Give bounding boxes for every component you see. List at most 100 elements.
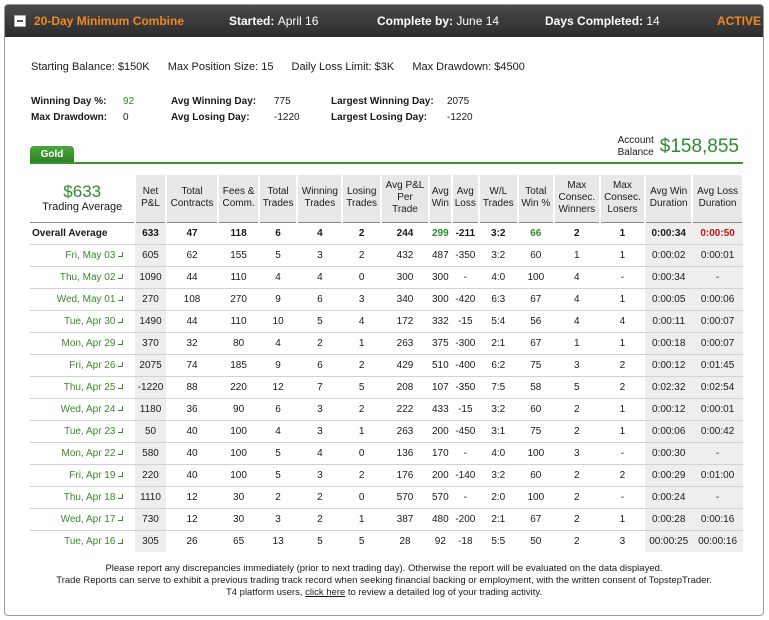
table-cell: 0:00:05 bbox=[645, 287, 693, 310]
table-cell: 433 bbox=[429, 397, 452, 420]
cell-text: 176 bbox=[396, 469, 414, 481]
cell-text: 2075 bbox=[139, 359, 162, 371]
cell-text: 2 bbox=[574, 403, 580, 415]
table-cell: 7:5 bbox=[478, 375, 518, 398]
table-cell: 1 bbox=[599, 287, 646, 310]
table-cell: 90 bbox=[218, 397, 259, 420]
largest-winning-day-label: Largest Winning Day: bbox=[331, 95, 434, 107]
table-cell: -350 bbox=[451, 375, 479, 398]
day-link[interactable]: Fri, Apr 26 bbox=[30, 353, 136, 376]
table-cell: 62 bbox=[165, 243, 219, 266]
account-rules: Starting Balance: $150K Max Position Siz… bbox=[31, 61, 540, 73]
day-link[interactable]: Thu, Apr 18 bbox=[30, 485, 136, 508]
cell-text: 730 bbox=[142, 513, 159, 525]
day-link[interactable]: Fri, May 03 bbox=[30, 243, 136, 266]
table-cell: 110 bbox=[218, 309, 259, 332]
day-link[interactable]: Wed, Apr 17 bbox=[30, 507, 136, 530]
table-cell: 2 bbox=[297, 331, 343, 354]
cell-text: 40 bbox=[186, 447, 198, 459]
table-cell: 4 bbox=[599, 309, 646, 332]
day-link[interactable]: Mon, Apr 29 bbox=[30, 331, 136, 354]
cell-text: 5 bbox=[275, 249, 281, 261]
cell-text: 5 bbox=[317, 535, 323, 547]
table-cell: 60 bbox=[517, 463, 555, 486]
avg-losing-day-value: -1220 bbox=[274, 111, 300, 123]
day-link[interactable]: Wed, Apr 24 bbox=[30, 397, 136, 420]
table-row: Fri, Apr 26 2075 74 185 9 6 2 429 510 -400 6:2 75 3 2… bbox=[30, 353, 743, 376]
cell-text: Wed, Apr 24 bbox=[60, 403, 116, 415]
table-cell: -15 bbox=[451, 397, 479, 420]
click-here-link[interactable]: click here bbox=[305, 587, 345, 598]
cell-text: 1 bbox=[619, 425, 626, 437]
table-cell: 340 bbox=[380, 287, 430, 310]
table-cell: 170 bbox=[429, 441, 452, 464]
table-cell: 0:00:07 bbox=[692, 331, 743, 354]
cell-text: 387 bbox=[396, 513, 414, 525]
table-cell: 3 bbox=[297, 397, 343, 420]
day-link[interactable]: Tue, Apr 16 bbox=[30, 529, 136, 552]
table-cell: 58 bbox=[517, 375, 555, 398]
cell-text: 270 bbox=[230, 293, 247, 305]
table-cell: 13 bbox=[258, 529, 298, 552]
cell-text: 1 bbox=[358, 513, 365, 525]
cell-text: 00:00:25 bbox=[649, 535, 689, 547]
table-cell: 0:00:02 bbox=[645, 243, 693, 266]
cell-text: -15 bbox=[458, 315, 473, 327]
cell-text: 100 bbox=[527, 447, 545, 459]
table-cell: 5 bbox=[297, 529, 343, 552]
table-cell: 92 bbox=[429, 529, 452, 552]
table-cell: 3 bbox=[554, 353, 600, 376]
table-cell: 4 bbox=[258, 331, 298, 354]
status-badge: ACTIVE bbox=[717, 14, 762, 28]
cell-text: 370 bbox=[142, 337, 159, 349]
cell-text: 136 bbox=[396, 447, 414, 459]
cell-text: 26 bbox=[186, 535, 198, 547]
cell-text: 4:0 bbox=[491, 271, 506, 283]
cell-text: 100 bbox=[230, 447, 247, 459]
cell-text: 1090 bbox=[139, 271, 162, 283]
day-link[interactable]: Fri, Apr 19 bbox=[30, 463, 136, 486]
column-header-line: Avg P&L bbox=[385, 180, 425, 192]
account-balance-label-1: Account bbox=[617, 135, 654, 146]
table-cell: 12 bbox=[165, 485, 219, 508]
table-cell: -300 bbox=[451, 331, 479, 354]
column-header-line: Trades bbox=[304, 198, 336, 210]
cell-text: 6 bbox=[317, 293, 323, 305]
table-cell: 0:00:28 bbox=[645, 507, 693, 530]
table-row: Wed, Apr 24 1180 36 90 6 3 2 222 433 -15 3:2 60 2 1 0:… bbox=[30, 397, 743, 420]
day-link[interactable]: Tue, Apr 30 bbox=[30, 309, 136, 332]
cell-text: 50 bbox=[530, 535, 542, 547]
table-cell: 100 bbox=[517, 265, 555, 288]
day-link[interactable]: Thu, Apr 25 bbox=[30, 375, 136, 398]
day-link[interactable]: Mon, Apr 22 bbox=[30, 441, 136, 464]
day-link[interactable]: Thu, May 02 bbox=[30, 265, 136, 288]
cell-text: 2 bbox=[275, 491, 281, 503]
cell-text: - bbox=[715, 447, 720, 459]
table-cell: 6 bbox=[297, 353, 343, 376]
table-cell: -200 bbox=[451, 507, 479, 530]
day-link[interactable]: Wed, May 01 bbox=[30, 287, 136, 310]
cell-text: 7 bbox=[317, 381, 323, 393]
column-header: Total Trades bbox=[258, 175, 299, 222]
cell-text: 4 bbox=[275, 425, 281, 437]
table-cell: -1220 bbox=[135, 375, 166, 398]
table-cell: 300 bbox=[429, 287, 452, 310]
column-header-line: Fees & bbox=[222, 186, 255, 198]
corner-marker-icon bbox=[118, 296, 124, 302]
cell-text: 3:2 bbox=[491, 227, 506, 239]
cell-text: 60 bbox=[530, 249, 542, 261]
cell-text: -420 bbox=[455, 293, 476, 305]
table-cell: 0:01:00 bbox=[692, 463, 743, 486]
table-cell: 432 bbox=[380, 243, 430, 266]
table-cell: 3 bbox=[554, 441, 600, 464]
cell-text: 74 bbox=[186, 359, 198, 371]
cell-text: 222 bbox=[396, 403, 414, 415]
collapse-toggle-icon[interactable] bbox=[14, 15, 26, 27]
table-cell: 5 bbox=[342, 375, 381, 398]
cell-text: - bbox=[463, 491, 467, 503]
cell-text: 5 bbox=[358, 535, 365, 547]
table-cell: 1 bbox=[342, 507, 381, 530]
cell-text: 60 bbox=[530, 469, 542, 481]
tab-gold[interactable]: Gold bbox=[30, 146, 74, 163]
day-link[interactable]: Tue, Apr 23 bbox=[30, 419, 136, 442]
